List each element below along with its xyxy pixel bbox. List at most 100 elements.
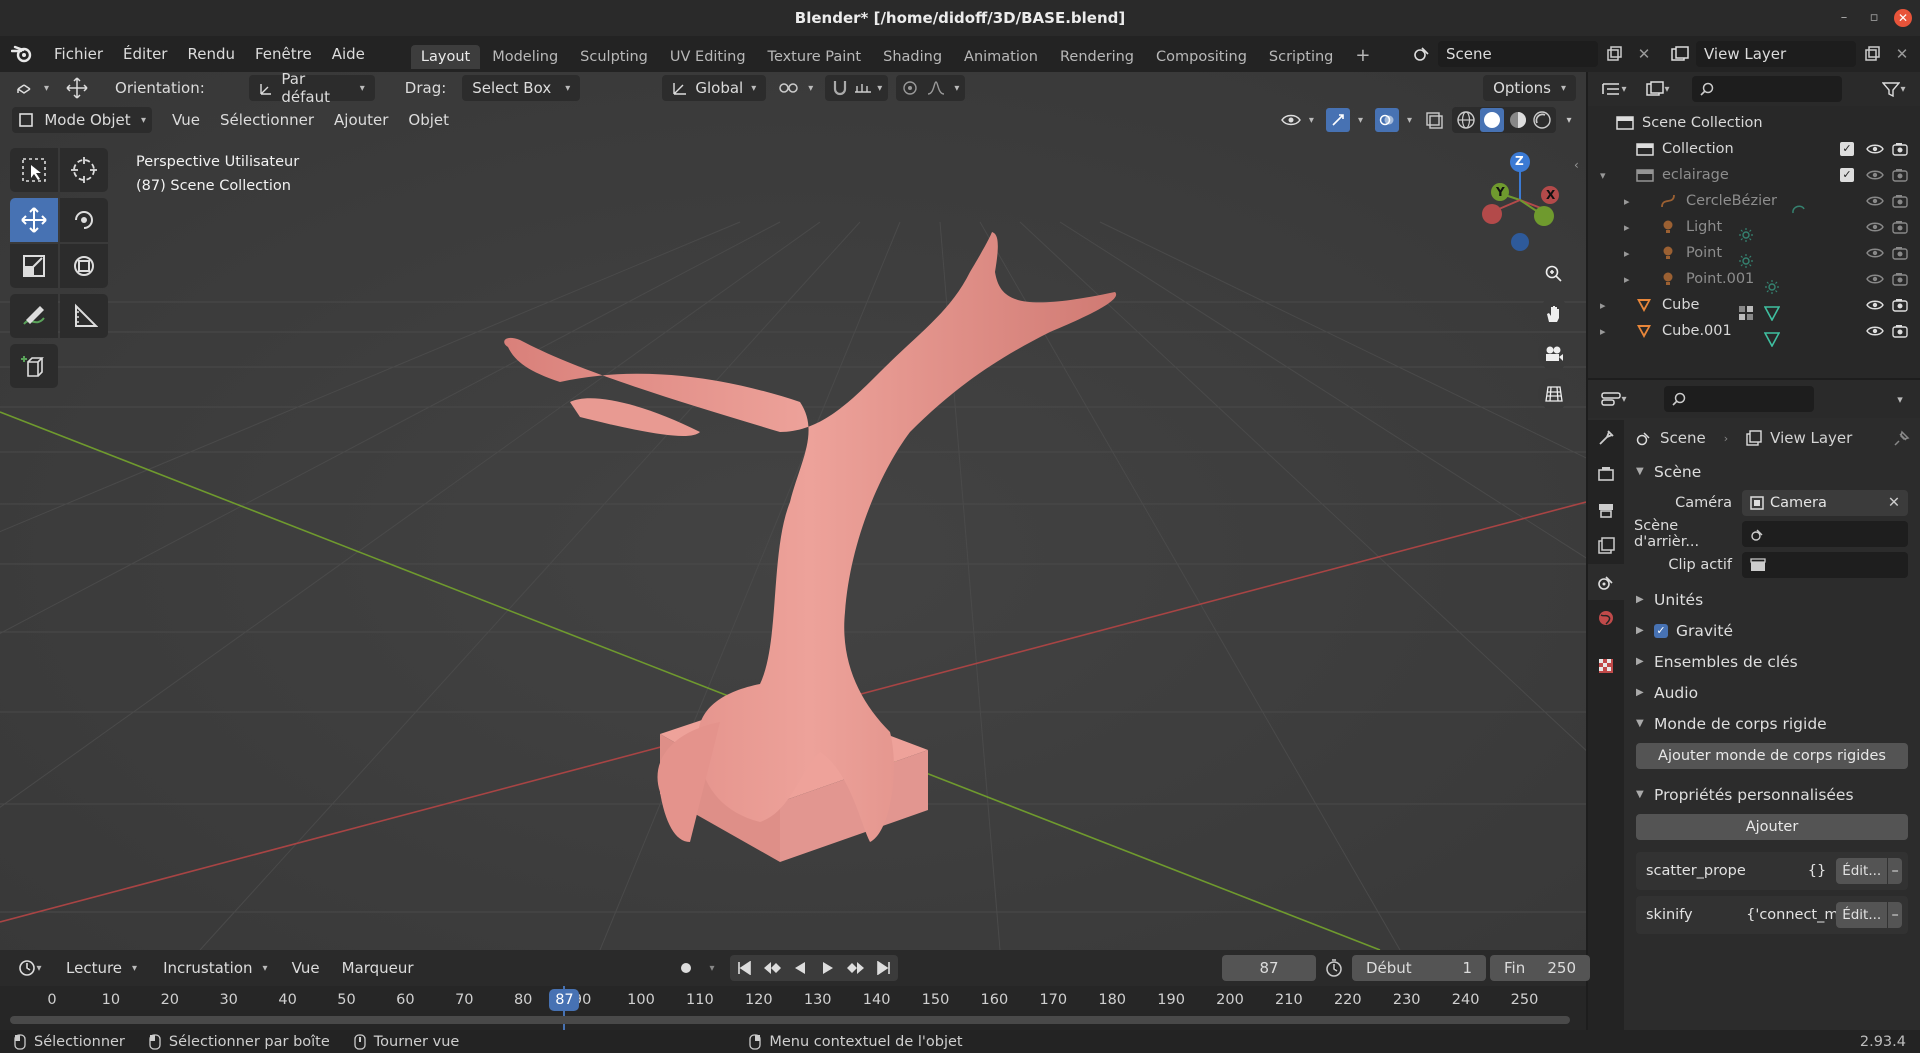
disclosure-triangle-icon[interactable]: ▸ bbox=[1624, 195, 1630, 208]
jump-start-icon[interactable] bbox=[730, 955, 758, 981]
overlays-toggle-icon[interactable]: ▾ bbox=[1371, 107, 1416, 133]
timeline-view-menu[interactable]: Vue bbox=[284, 959, 328, 977]
world-tab-icon[interactable] bbox=[1588, 600, 1624, 636]
next-keyframe-icon[interactable] bbox=[842, 955, 870, 981]
render-camera-icon[interactable] bbox=[1892, 142, 1908, 156]
outliner-search-input[interactable] bbox=[1692, 76, 1842, 102]
delete-scene-icon[interactable]: ✕ bbox=[1630, 41, 1658, 67]
camera-view-icon[interactable] bbox=[1538, 338, 1570, 370]
transform-pivot-icon[interactable] bbox=[63, 75, 91, 101]
sidebar-toggle-icon[interactable]: ‹ bbox=[1574, 158, 1579, 172]
menu-edit[interactable]: Éditer bbox=[113, 45, 177, 63]
disclosure-triangle-icon[interactable]: ▸ bbox=[1624, 221, 1630, 234]
record-icon[interactable] bbox=[672, 955, 700, 981]
tab-uv-editing[interactable]: UV Editing bbox=[660, 45, 756, 69]
render-camera-icon[interactable] bbox=[1892, 246, 1908, 260]
menu-window[interactable]: Fenêtre bbox=[245, 45, 322, 63]
menu-select[interactable]: Sélectionner bbox=[212, 111, 322, 129]
remove-property-icon[interactable]: – bbox=[1888, 858, 1902, 884]
navigation-gizmo[interactable]: Z Y X bbox=[1470, 152, 1570, 252]
outliner-row[interactable]: ▸ Cube.001 bbox=[1588, 318, 1920, 347]
transform-orientation-dropdown[interactable]: Global ▾ bbox=[662, 75, 767, 101]
output-tab-icon[interactable] bbox=[1588, 492, 1624, 528]
playhead-frame-badge[interactable]: 87 bbox=[549, 989, 580, 1011]
edit-property-button[interactable]: Édit... bbox=[1836, 858, 1888, 884]
prev-keyframe-icon[interactable] bbox=[758, 955, 786, 981]
scene-selector[interactable]: Scene bbox=[1438, 41, 1598, 67]
visibility-eye-icon[interactable] bbox=[1866, 221, 1884, 233]
visibility-eye-icon[interactable]: ▾ bbox=[1277, 107, 1318, 133]
keying-menu[interactable]: Incrustation ▾ bbox=[153, 955, 278, 981]
new-scene-icon[interactable] bbox=[1600, 41, 1628, 67]
render-camera-icon[interactable] bbox=[1892, 324, 1908, 338]
delete-view-layer-icon[interactable]: ✕ bbox=[1888, 41, 1916, 67]
snapping-icon[interactable]: ▾ bbox=[825, 75, 889, 101]
menu-object[interactable]: Objet bbox=[400, 111, 457, 129]
tab-compositing[interactable]: Compositing bbox=[1146, 45, 1257, 69]
render-camera-icon[interactable] bbox=[1892, 220, 1908, 234]
add-cube-tool-icon[interactable] bbox=[10, 344, 58, 388]
mode-dropdown[interactable]: Mode Objet ▾ bbox=[12, 107, 152, 133]
playback-menu[interactable]: Lecture ▾ bbox=[56, 955, 147, 981]
disclosure-triangle-icon[interactable]: ▸ bbox=[1600, 325, 1606, 338]
menu-render[interactable]: Rendu bbox=[177, 45, 245, 63]
visibility-eye-icon[interactable] bbox=[1866, 247, 1884, 259]
outliner-row[interactable]: Collection ✓ bbox=[1588, 136, 1920, 162]
pivot-point-icon[interactable]: ▾ bbox=[774, 75, 817, 101]
outliner-row[interactable]: ▸ Cube bbox=[1588, 292, 1920, 321]
rotate-tool-icon[interactable] bbox=[60, 198, 108, 242]
new-view-layer-icon[interactable] bbox=[1858, 41, 1886, 67]
exclude-checkbox[interactable]: ✓ bbox=[1840, 168, 1854, 182]
disclosure-triangle-icon[interactable]: ▸ bbox=[1600, 299, 1606, 312]
properties-search-input[interactable] bbox=[1664, 386, 1814, 412]
edit-property-button[interactable]: Édit... bbox=[1836, 902, 1888, 928]
scene-icon[interactable] bbox=[1408, 41, 1436, 67]
scale-tool-icon[interactable] bbox=[10, 244, 58, 288]
clear-camera-icon[interactable]: ✕ bbox=[1888, 495, 1900, 511]
filter-icon[interactable]: ▾ bbox=[1874, 76, 1914, 102]
texture-tab-icon[interactable] bbox=[1588, 648, 1624, 684]
use-preview-range-icon[interactable] bbox=[1320, 955, 1348, 981]
scene-tab-icon[interactable] bbox=[1588, 564, 1624, 600]
blender-logo-icon[interactable] bbox=[0, 45, 44, 63]
outliner-scene-collection[interactable]: Scene Collection bbox=[1588, 110, 1920, 136]
material-shading-icon[interactable] bbox=[1508, 110, 1528, 130]
view-layer-icon[interactable] bbox=[1666, 41, 1694, 67]
editor-type-icon[interactable]: ▾ bbox=[10, 75, 55, 101]
close-window-button[interactable]: ✕ bbox=[1894, 9, 1912, 27]
3d-viewport[interactable]: ▾ Orientation: Par défaut ▾ Drag: Select … bbox=[0, 72, 1586, 950]
tab-scripting[interactable]: Scripting bbox=[1259, 45, 1343, 69]
rendered-shading-icon[interactable] bbox=[1532, 110, 1552, 130]
visibility-eye-icon[interactable] bbox=[1866, 143, 1884, 155]
outliner-row[interactable]: ▾ eclairage ✓ bbox=[1588, 162, 1920, 188]
exclude-checkbox[interactable]: ✓ bbox=[1840, 142, 1854, 156]
menu-help[interactable]: Aide bbox=[322, 45, 375, 63]
visibility-eye-icon[interactable] bbox=[1866, 169, 1884, 181]
cursor-tool-icon[interactable] bbox=[60, 148, 108, 192]
pan-hand-icon[interactable] bbox=[1538, 298, 1570, 330]
move-tool-icon[interactable] bbox=[10, 198, 58, 242]
start-frame-field[interactable]: Début 1 bbox=[1352, 955, 1486, 981]
drag-dropdown[interactable]: Select Box ▾ bbox=[462, 75, 581, 101]
properties-editor-type-icon[interactable]: ▾ bbox=[1594, 386, 1634, 412]
transform-tool-icon[interactable] bbox=[60, 244, 108, 288]
visibility-eye-icon[interactable] bbox=[1866, 299, 1884, 311]
view-layer-selector[interactable]: View Layer bbox=[1696, 41, 1856, 67]
outliner-row[interactable]: ▸ CercleBézier bbox=[1588, 188, 1920, 214]
visibility-eye-icon[interactable] bbox=[1866, 273, 1884, 285]
select-box-tool-icon[interactable] bbox=[10, 148, 58, 192]
properties-options-chevron-icon[interactable]: ▾ bbox=[1886, 386, 1914, 412]
disclosure-triangle-icon[interactable]: ▸ bbox=[1624, 273, 1630, 286]
current-frame-field[interactable]: 87 bbox=[1222, 955, 1316, 981]
orientation-dropdown[interactable]: Par défaut ▾ bbox=[248, 72, 375, 106]
disclosure-triangle-icon[interactable]: ▸ bbox=[1624, 247, 1630, 260]
display-mode-icon[interactable]: ▾ bbox=[1638, 76, 1678, 102]
gravity-checkbox[interactable]: ✓ bbox=[1654, 623, 1668, 638]
render-camera-icon[interactable] bbox=[1892, 298, 1908, 312]
measure-tool-icon[interactable] bbox=[60, 294, 108, 338]
maximize-button[interactable]: ▫ bbox=[1864, 8, 1884, 28]
render-camera-icon[interactable] bbox=[1892, 168, 1908, 182]
tab-rendering[interactable]: Rendering bbox=[1050, 45, 1144, 69]
add-rigid-body-world-button[interactable]: Ajouter monde de corps rigides bbox=[1636, 743, 1908, 769]
timeline-marker-menu[interactable]: Marqueur bbox=[334, 959, 422, 977]
